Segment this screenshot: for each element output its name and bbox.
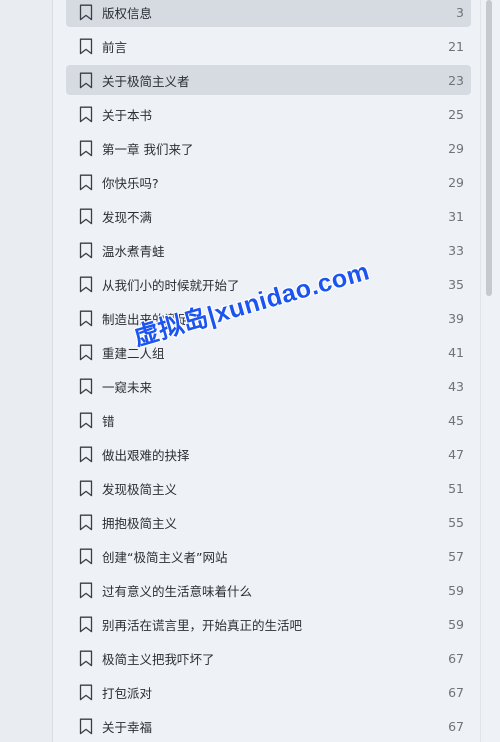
toc-item-title: 第一章 我们来了 xyxy=(102,141,194,157)
bookmark-icon[interactable] xyxy=(79,140,93,157)
toc-item-title: 前言 xyxy=(102,39,128,55)
toc-item[interactable]: 关于极简主义者 23 xyxy=(66,65,471,95)
toc-item[interactable]: 打包派对 67 xyxy=(66,677,471,707)
bookmark-icon[interactable] xyxy=(79,4,93,21)
toc-item-title: 错 xyxy=(102,413,115,429)
bookmark-icon[interactable] xyxy=(79,548,93,565)
bookmark-icon[interactable] xyxy=(79,72,93,89)
bookmark-icon[interactable] xyxy=(79,514,93,531)
toc-item-page: 31 xyxy=(448,208,464,224)
toc-item-page: 45 xyxy=(448,412,464,428)
toc-item-title: 你快乐吗? xyxy=(102,175,159,191)
toc-item-title: 温水煮青蛙 xyxy=(102,243,165,259)
toc-item[interactable]: 创建“极简主义者”网站 57 xyxy=(66,541,471,571)
toc-item-page: 3 xyxy=(456,4,464,20)
toc-item-page: 41 xyxy=(448,344,464,360)
scrollbar-thumb[interactable] xyxy=(486,0,492,296)
toc-item-page: 67 xyxy=(448,718,464,734)
bookmark-icon[interactable] xyxy=(79,582,93,599)
bookmark-icon[interactable] xyxy=(79,38,93,55)
bookmark-icon[interactable] xyxy=(79,208,93,225)
bookmark-icon[interactable] xyxy=(79,412,93,429)
toc-item[interactable]: 过有意义的生活意味着什么 59 xyxy=(66,575,471,605)
toc-item-page: 25 xyxy=(448,106,464,122)
toc-item[interactable]: 从我们小的时候就开始了 35 xyxy=(66,269,471,299)
toc-item-page: 67 xyxy=(448,650,464,666)
toc-item[interactable]: 极简主义把我吓坏了 67 xyxy=(66,643,471,673)
bookmark-icon[interactable] xyxy=(79,446,93,463)
toc-item[interactable]: 发现不满 31 xyxy=(66,201,471,231)
toc-item[interactable]: 前言 21 xyxy=(66,31,471,61)
bookmark-icon[interactable] xyxy=(79,174,93,191)
toc-list: 版权信息 3 前言 21 关于极简主义者 23 关于本书 25 第一章 我们来了 29 你快乐吗? 2… xyxy=(66,0,471,742)
toc-item-title: 做出艰难的抉择 xyxy=(102,447,190,463)
bookmark-icon[interactable] xyxy=(79,378,93,395)
toc-item-page: 29 xyxy=(448,174,464,190)
bookmark-icon[interactable] xyxy=(79,684,93,701)
toc-item[interactable]: 一窥未来 43 xyxy=(66,371,471,401)
toc-item-page: 21 xyxy=(448,38,464,54)
toc-item-page: 23 xyxy=(448,72,464,88)
toc-item[interactable]: 别再活在谎言里，开始真正的生活吧 59 xyxy=(66,609,471,639)
toc-item-title: 打包派对 xyxy=(102,685,153,701)
toc-item[interactable]: 重建二人组 41 xyxy=(66,337,471,367)
toc-item-page: 59 xyxy=(448,616,464,632)
bookmark-icon[interactable] xyxy=(79,718,93,735)
toc-item-title: 关于本书 xyxy=(102,107,153,123)
bookmark-icon[interactable] xyxy=(79,616,93,633)
bookmark-icon[interactable] xyxy=(79,242,93,259)
bookmark-icon[interactable] xyxy=(79,650,93,667)
toc-item-page: 35 xyxy=(448,276,464,292)
toc-item[interactable]: 拥抱极简主义 55 xyxy=(66,507,471,537)
toc-item[interactable]: 做出艰难的抉择 47 xyxy=(66,439,471,469)
toc-item[interactable]: 温水煮青蛙 33 xyxy=(66,235,471,265)
toc-item-page: 59 xyxy=(448,582,464,598)
bookmark-icon[interactable] xyxy=(79,310,93,327)
left-margin xyxy=(0,0,52,742)
toc-item[interactable]: 错 45 xyxy=(66,405,471,435)
toc-item-title: 极简主义把我吓坏了 xyxy=(102,651,215,667)
toc-item-title: 过有意义的生活意味着什么 xyxy=(102,583,253,599)
toc-item[interactable]: 版权信息 3 xyxy=(66,0,471,27)
toc-item-page: 29 xyxy=(448,140,464,156)
toc-item-page: 33 xyxy=(448,242,464,258)
toc-item-title: 制造出来的满足 xyxy=(102,311,190,327)
toc-item-page: 51 xyxy=(448,480,464,496)
toc-item-page: 67 xyxy=(448,684,464,700)
toc-item-title: 发现极简主义 xyxy=(102,481,178,497)
toc-item[interactable]: 第一章 我们来了 29 xyxy=(66,133,471,163)
toc-item-page: 55 xyxy=(448,514,464,530)
toc-item-title: 关于幸福 xyxy=(102,719,153,735)
reader-window: 版权信息 3 前言 21 关于极简主义者 23 关于本书 25 第一章 我们来了 29 你快乐吗? 2… xyxy=(0,0,500,742)
toc-item-page: 57 xyxy=(448,548,464,564)
toc-item-title: 从我们小的时候就开始了 xyxy=(102,277,240,293)
toc-item-title: 重建二人组 xyxy=(102,345,165,361)
toc-item-title: 别再活在谎言里，开始真正的生活吧 xyxy=(102,617,303,633)
toc-item-title: 关于极简主义者 xyxy=(102,73,190,89)
bookmark-icon[interactable] xyxy=(79,106,93,123)
toc-item-title: 发现不满 xyxy=(102,209,153,225)
toc-item-page: 43 xyxy=(448,378,464,394)
toc-item-title: 一窥未来 xyxy=(102,379,153,395)
bookmark-icon[interactable] xyxy=(79,480,93,497)
toc-item-title: 创建“极简主义者”网站 xyxy=(102,549,228,565)
toc-item-page: 47 xyxy=(448,446,464,462)
toc-item[interactable]: 发现极简主义 51 xyxy=(66,473,471,503)
toc-item-title: 版权信息 xyxy=(102,5,153,21)
toc-item[interactable]: 你快乐吗? 29 xyxy=(66,167,471,197)
toc-item[interactable]: 关于幸福 67 xyxy=(66,711,471,741)
bookmark-icon[interactable] xyxy=(79,344,93,361)
bookmark-icon[interactable] xyxy=(79,276,93,293)
toc-item-title: 拥抱极简主义 xyxy=(102,515,178,531)
toc-item-page: 39 xyxy=(448,310,464,326)
toc-item[interactable]: 关于本书 25 xyxy=(66,99,471,129)
toc-item[interactable]: 制造出来的满足 39 xyxy=(66,303,471,333)
